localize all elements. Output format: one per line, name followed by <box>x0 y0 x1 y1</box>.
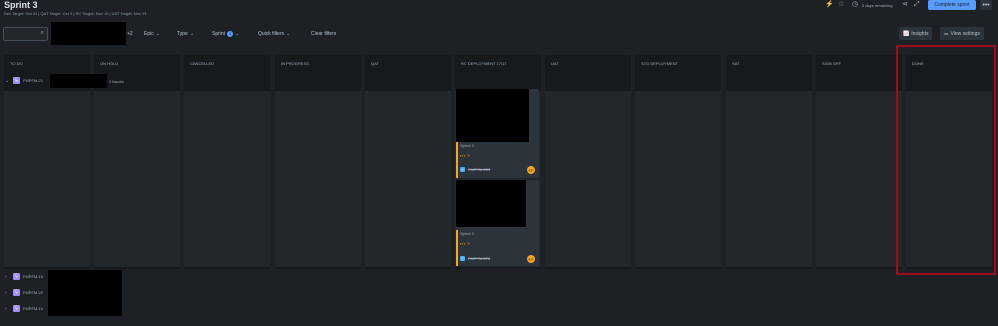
view-settings-button[interactable]: ⚌ View settings <box>940 27 984 40</box>
chevron-right-icon[interactable]: › <box>5 274 10 280</box>
redacted-epic-title <box>50 74 107 88</box>
column-header[interactable]: QAT <box>365 56 451 70</box>
sprint-filter-label: Sprint <box>212 31 226 37</box>
insights-button[interactable]: 📈 Insights <box>899 27 933 40</box>
fullscreen-icon[interactable]: ⤢ <box>914 1 920 9</box>
avatar[interactable]: FF <box>527 255 535 263</box>
column-header[interactable]: ON HOLD <box>94 56 180 70</box>
issue-card[interactable]: Sprint 3 ▪▪▪ ≡ ✓ FMPFM-276 FF <box>456 180 539 266</box>
redacted-card-title <box>456 180 526 227</box>
view-settings-label: View settings <box>950 30 980 37</box>
swimlane-header[interactable]: › ϟ FMPFM-10 <box>5 305 43 312</box>
column-dropzone[interactable] <box>726 91 812 267</box>
card-sprint: Sprint 3 <box>460 231 474 236</box>
page-title: Sprint 3 <box>4 0 38 10</box>
chevron-right-icon[interactable]: › <box>5 306 10 312</box>
issue-key[interactable]: FMPFM-283 <box>468 167 490 172</box>
chart-icon: 📈 <box>903 30 910 37</box>
swimlane-key: FMPFM-10 <box>23 306 43 311</box>
avatar[interactable]: FF <box>527 166 535 174</box>
search-icon: ⌕ <box>40 30 44 36</box>
sliders-icon: ⚌ <box>944 30 949 37</box>
epic-icon: ϟ <box>13 305 20 312</box>
chevron-right-icon[interactable]: › <box>5 290 10 296</box>
column-dropzone[interactable] <box>4 91 90 267</box>
card-sprint: Sprint 3 <box>460 143 474 148</box>
swimlane-key: FMPFM-22 <box>23 290 43 295</box>
column-header[interactable]: SIGN OFF <box>816 56 902 70</box>
more-avatars[interactable]: +2 <box>127 31 133 37</box>
clock-icon: ◷ <box>852 1 859 8</box>
days-remaining: 0 days remaining <box>862 3 893 8</box>
quick-filters[interactable]: Quick filters ⌄ <box>258 31 290 37</box>
column-dropzone[interactable] <box>816 91 902 267</box>
sprint-count-badge: 1 <box>227 31 234 37</box>
card-key-row: ✓ FMPFM-276 <box>460 256 490 261</box>
type-filter-label: Type <box>177 31 188 37</box>
priority-icon: ▪▪▪ ≡ <box>460 153 471 158</box>
swimlane-header[interactable]: › ϟ FMPFM-22 <box>5 289 43 296</box>
task-icon: ✓ <box>460 167 465 172</box>
epic-filter-label: Epic <box>144 31 154 37</box>
chevron-down-icon[interactable]: ⌄ <box>5 78 10 84</box>
type-filter[interactable]: Type ⌄ <box>177 31 194 37</box>
priority-icon: ▪▪▪ ≡ <box>460 241 471 246</box>
clear-filters-button[interactable]: Clear filters <box>311 31 336 37</box>
redacted-epic-titles <box>48 270 122 316</box>
swimlane-header[interactable]: › ϟ FMPFM-15 <box>5 273 43 280</box>
priority-stripe <box>456 142 458 178</box>
swimlane-header[interactable]: ⌄ ϟ FMPFM-21 <box>5 77 43 84</box>
swimlane-key: FMPFM-21 <box>23 78 43 83</box>
complete-sprint-button[interactable]: Complete sprint <box>928 0 976 10</box>
redacted-avatars <box>51 22 126 45</box>
share-icon[interactable]: ⋖ <box>902 1 908 9</box>
issue-key[interactable]: FMPFM-276 <box>468 256 490 261</box>
task-icon: ✓ <box>460 256 465 261</box>
column-dropzone[interactable] <box>365 91 451 267</box>
epic-filter[interactable]: Epic ⌄ <box>144 31 160 37</box>
issue-card[interactable]: Sprint 3 ▪▪▪ ≡ ✓ FMPFM-283 FF <box>456 89 539 178</box>
chevron-down-icon: ⌄ <box>155 31 160 37</box>
search-input[interactable]: ⌕ <box>3 27 48 41</box>
column-header[interactable]: UAT <box>545 56 631 70</box>
column-header[interactable]: STG DEPLOYMENT <box>635 56 721 70</box>
column-dropzone[interactable] <box>635 91 721 267</box>
column-dropzone[interactable] <box>184 91 270 267</box>
column-header[interactable]: IN PROGRESS <box>275 56 361 70</box>
column-dropzone[interactable] <box>906 91 992 267</box>
column-header[interactable]: CANCELLED <box>184 56 270 70</box>
epic-icon: ϟ <box>13 77 20 84</box>
epic-icon: ϟ <box>13 273 20 280</box>
column-header[interactable]: TO DO <box>4 56 90 70</box>
column-dropzone[interactable] <box>275 91 361 267</box>
lightning-icon[interactable]: ⚡ <box>825 1 834 9</box>
quick-filters-label: Quick filters <box>258 31 285 37</box>
card-key-row: ✓ FMPFM-283 <box>460 167 490 172</box>
redacted-card-title <box>456 89 529 142</box>
sprint-targets: Dev Target: Oct 24 | QAT Target: Oct 9 |… <box>4 11 147 16</box>
sprint-filter[interactable]: Sprint 1 ⌄ <box>212 31 239 37</box>
issue-count: 2 issues <box>109 79 124 84</box>
column-header[interactable]: DONE <box>906 56 992 70</box>
priority-stripe <box>456 230 458 266</box>
chevron-down-icon: ⌄ <box>235 31 240 37</box>
epic-icon: ϟ <box>13 289 20 296</box>
column-header[interactable]: RC DEPLOYMENT 17/17 <box>455 56 541 70</box>
swimlane-key: FMPFM-15 <box>23 274 43 279</box>
column-dropzone[interactable] <box>94 91 180 267</box>
chevron-down-icon: ⌄ <box>286 31 291 37</box>
chevron-down-icon: ⌄ <box>189 31 195 37</box>
column-dropzone[interactable] <box>545 91 631 267</box>
star-icon[interactable]: ☆ <box>838 1 844 9</box>
insights-label: Insights <box>911 30 929 37</box>
column-header[interactable]: SAT <box>726 56 812 70</box>
more-actions-button[interactable]: ••• <box>980 0 992 10</box>
